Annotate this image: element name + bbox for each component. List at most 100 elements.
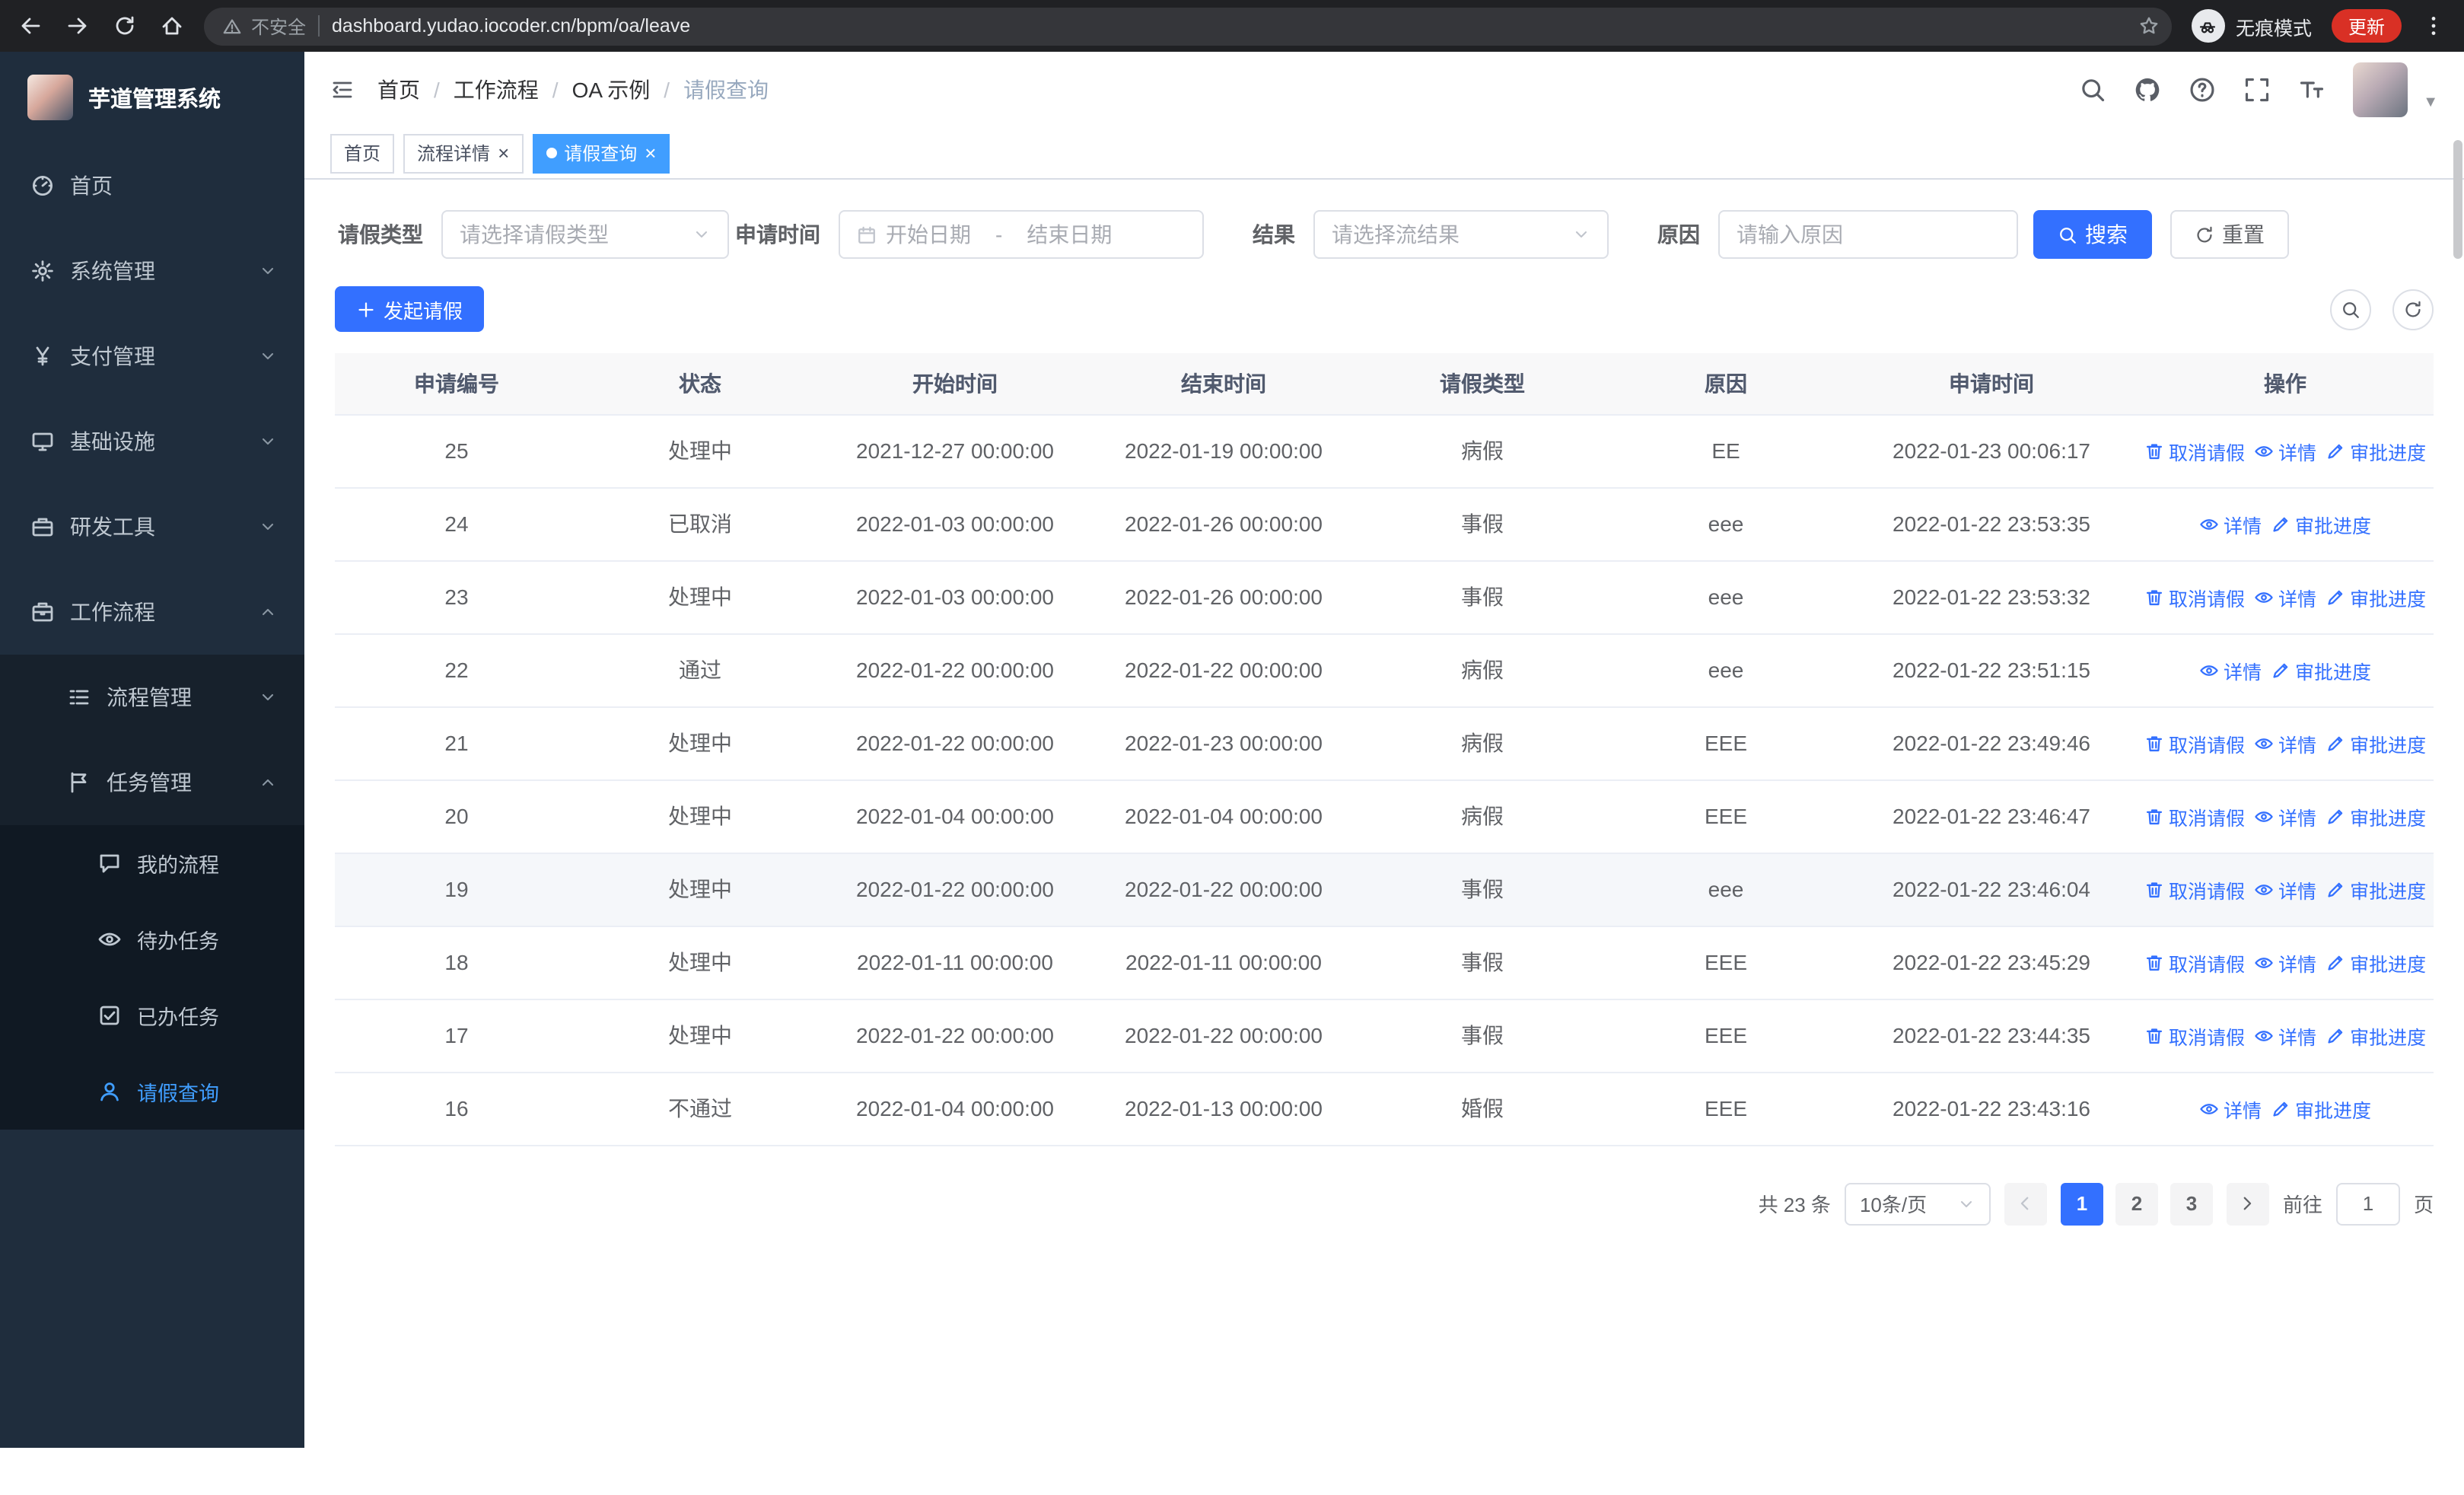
plus-icon [356,299,376,319]
end-date-placeholder: 结束日期 [1027,222,1113,247]
next-page-button[interactable] [2226,1182,2269,1225]
cell-end-time: 2022-01-22 00:00:00 [1088,999,1359,1073]
toggle-search-button[interactable] [2330,288,2371,330]
progress-link[interactable]: 审批进度 [2326,728,2426,757]
date-range-picker[interactable]: 开始日期 - 结束日期 [839,210,1204,259]
result-select[interactable]: 请选择流结果 [1313,210,1609,259]
progress-link[interactable]: 审批进度 [2326,436,2426,465]
font-size-icon[interactable] [2298,76,2326,104]
home-icon[interactable] [160,14,184,38]
fullscreen-icon[interactable] [2243,76,2271,104]
cell-leave-type: 病假 [1359,779,1606,853]
detail-link[interactable]: 详情 [2199,1094,2262,1123]
forward-icon[interactable] [65,14,90,38]
tab-close-icon[interactable]: × [645,143,656,163]
cell-operations: 取消请假 详情 审批进度 [2137,414,2434,488]
refresh-table-button[interactable] [2392,288,2434,330]
cell-apply-time: 2022-01-22 23:53:35 [1846,487,2137,561]
progress-link[interactable]: 审批进度 [2326,948,2426,977]
progress-link[interactable]: 审批进度 [2271,509,2371,538]
sidebar-item[interactable]: 首页 [0,143,304,228]
progress-link[interactable]: 审批进度 [2326,582,2426,611]
back-icon[interactable] [18,14,43,38]
sidebar-item[interactable]: 工作流程 [0,569,304,655]
breadcrumb-item[interactable]: 首页 [377,75,420,105]
tab[interactable]: 首页 [330,133,395,173]
column-header: 申请编号 [335,353,578,415]
chevron-icon [259,603,277,621]
chevron-down-icon [1957,1194,1975,1213]
bookmark-star-icon[interactable] [2138,15,2160,37]
scrollbar-thumb[interactable] [2453,140,2462,259]
cell-apply-time: 2022-01-22 23:51:15 [1846,633,2137,707]
user-icon [97,1079,122,1104]
pagination: 共 23 条 10条/页 123 前往 页 [335,1182,2434,1225]
search-icon[interactable] [2079,76,2106,104]
sidebar-item[interactable]: 研发工具 [0,484,304,569]
tab[interactable]: 请假查询 × [532,133,670,173]
goto-page-input[interactable] [2335,1182,2400,1225]
cancel-leave-link[interactable]: 取消请假 [2144,582,2245,611]
sidebar-item[interactable]: 任务管理 [0,740,304,825]
cell-start-time: 2022-01-03 00:00:00 [822,560,1088,634]
page-button[interactable]: 2 [2115,1182,2158,1225]
cell-status: 处理中 [578,706,822,780]
detail-link[interactable]: 详情 [2199,655,2262,684]
cancel-leave-link[interactable]: 取消请假 [2144,802,2245,830]
detail-link[interactable]: 详情 [2254,582,2316,611]
browser-menu-icon[interactable] [2421,14,2446,38]
range-separator: - [995,222,1003,247]
page-button[interactable]: 3 [2170,1182,2213,1225]
sidebar-item[interactable]: 系统管理 [0,228,304,314]
avatar-caret-icon[interactable]: ▼ [2423,94,2438,117]
page-button[interactable]: 1 [2060,1182,2103,1225]
detail-link[interactable]: 详情 [2199,509,2262,538]
update-button[interactable]: 更新 [2331,9,2402,43]
detail-link[interactable]: 详情 [2254,875,2316,904]
breadcrumb-item[interactable]: OA 示例 [572,75,651,105]
reason-input[interactable]: 请输入原因 [1718,210,2018,259]
sidebar-item[interactable]: 我的流程 [0,825,304,901]
github-icon[interactable] [2134,76,2161,104]
sidebar-item[interactable]: 已办任务 [0,977,304,1054]
help-icon[interactable] [2189,76,2216,104]
cancel-leave-link[interactable]: 取消请假 [2144,728,2245,757]
detail-link[interactable]: 详情 [2254,948,2316,977]
detail-link[interactable]: 详情 [2254,802,2316,830]
cancel-leave-link[interactable]: 取消请假 [2144,436,2245,465]
tab[interactable]: 流程详情 × [403,133,524,173]
avatar[interactable] [2353,62,2408,117]
create-leave-button[interactable]: 发起请假 [335,286,485,332]
tab-close-icon[interactable]: × [498,143,509,163]
top-bar: 首页 / 工作流程 / OA 示例 / 请假查询 ▼ [304,52,2464,128]
progress-link[interactable]: 审批进度 [2326,875,2426,904]
sidebar-item[interactable]: 待办任务 [0,901,304,977]
sidebar-collapse-icon[interactable] [330,78,355,102]
sidebar-item[interactable]: 基础设施 [0,399,304,484]
search-icon [2058,225,2077,244]
prev-page-button[interactable] [2004,1182,2047,1225]
cancel-leave-link[interactable]: 取消请假 [2144,875,2245,904]
sidebar-item[interactable]: 请假查询 [0,1054,304,1130]
search-button[interactable]: 搜索 [2033,210,2152,259]
cancel-leave-link[interactable]: 取消请假 [2144,1021,2245,1050]
security-label: 不安全 [251,16,307,37]
column-header: 状态 [578,353,822,415]
reset-button[interactable]: 重置 [2170,210,2289,259]
breadcrumb-item[interactable]: 工作流程 [454,75,539,105]
progress-link[interactable]: 审批进度 [2271,655,2371,684]
reload-icon[interactable] [113,14,137,38]
page-size-select[interactable]: 10条/页 [1844,1182,1991,1225]
tool-icon [30,515,55,539]
detail-link[interactable]: 详情 [2254,1021,2316,1050]
detail-link[interactable]: 详情 [2254,436,2316,465]
progress-link[interactable]: 审批进度 [2326,1021,2426,1050]
progress-link[interactable]: 审批进度 [2326,802,2426,830]
leave-type-select[interactable]: 请选择请假类型 [441,210,729,259]
detail-link[interactable]: 详情 [2254,728,2316,757]
cancel-leave-link[interactable]: 取消请假 [2144,948,2245,977]
address-bar[interactable]: 不安全 dashboard.yudao.iocoder.cn/bpm/oa/le… [204,7,2172,45]
sidebar-item[interactable]: 支付管理 [0,314,304,399]
progress-link[interactable]: 审批进度 [2271,1094,2371,1123]
sidebar-item[interactable]: 流程管理 [0,655,304,740]
